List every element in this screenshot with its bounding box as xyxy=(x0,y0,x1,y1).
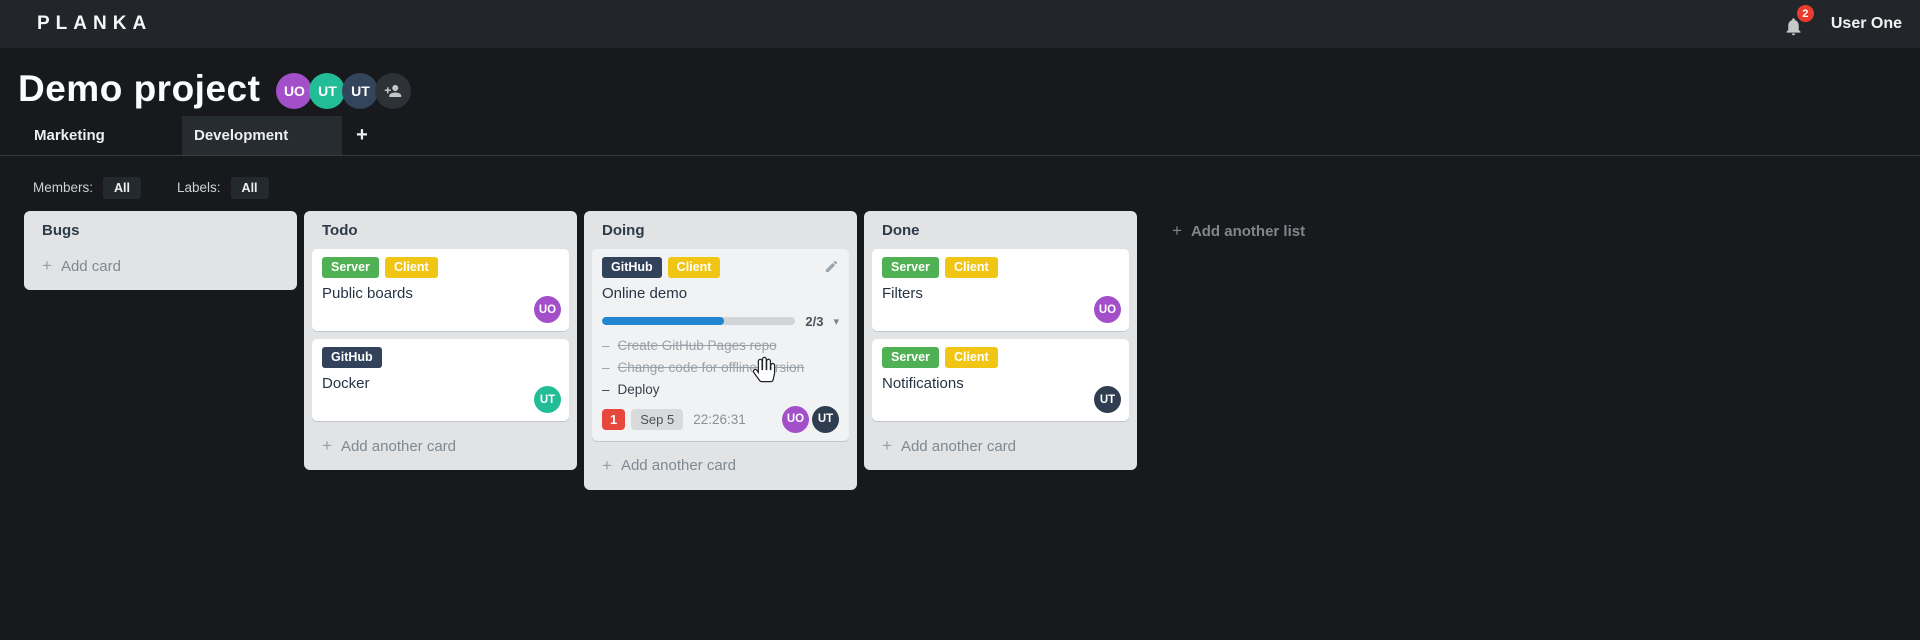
members-filter-label: Members: xyxy=(33,180,94,195)
user-menu[interactable]: User One xyxy=(1831,15,1902,33)
card-title: Public boards xyxy=(322,284,413,302)
plus-icon: + xyxy=(356,124,368,146)
member-avatar[interactable]: UO xyxy=(276,73,313,109)
board: Bugs + Add card Todo Server Client Publi… xyxy=(24,211,1920,490)
tab-marketing[interactable]: Marketing xyxy=(22,116,182,155)
project-title[interactable]: Demo project xyxy=(18,68,260,110)
board-tabs: Marketing Development + xyxy=(0,116,1920,156)
labels-filter-value[interactable]: All xyxy=(230,176,269,199)
card-title: Online demo xyxy=(602,284,688,302)
task-item: – Deploy xyxy=(602,381,660,397)
card-notifications[interactable]: Server Client Notifications UT xyxy=(872,339,1129,421)
card-member-avatar: UO xyxy=(534,296,561,323)
list-title[interactable]: Todo xyxy=(312,220,569,249)
project-members: UO UT UT xyxy=(276,73,412,109)
add-card-label: Add another card xyxy=(620,457,737,474)
card-label: GitHub xyxy=(602,257,662,278)
card-label: Server xyxy=(322,257,379,278)
list-title[interactable]: Done xyxy=(872,220,1129,249)
list-title[interactable]: Bugs xyxy=(32,220,289,249)
card-docker[interactable]: GitHub Docker UT xyxy=(312,339,569,421)
labels-filter-label: Labels: xyxy=(177,180,221,195)
card-online-demo[interactable]: GitHub Client Online demo 2/3 ▾ – Create… xyxy=(592,249,849,441)
card-member-avatar: UT xyxy=(812,405,839,433)
card-label: Server xyxy=(882,257,939,278)
card-notification-badge: 1 xyxy=(602,408,626,430)
pencil-icon xyxy=(825,260,838,273)
plus-icon: + xyxy=(602,455,612,475)
edit-card-button[interactable] xyxy=(824,259,839,279)
list-doing: Doing GitHub Client Online demo 2/3 ▾ – … xyxy=(584,211,857,490)
card-title: Notifications xyxy=(882,374,964,392)
tab-development[interactable]: Development xyxy=(182,116,342,155)
add-card-label: Add card xyxy=(60,257,121,275)
top-bar: PLANKA 2 User One xyxy=(0,0,1920,48)
person-add-icon xyxy=(385,85,402,97)
add-card-button[interactable]: + Add another card xyxy=(312,429,569,462)
card-title: Docker xyxy=(322,374,370,392)
add-card-button[interactable]: + Add card xyxy=(32,249,289,282)
member-avatar[interactable]: UT xyxy=(342,73,379,109)
list-title[interactable]: Doing xyxy=(592,220,849,249)
card-label: Client xyxy=(944,347,998,368)
add-card-button[interactable]: + Add another card xyxy=(872,429,1129,462)
task-item: – Create GitHub Pages repo xyxy=(602,337,777,353)
list-todo: Todo Server Client Public boards UO GitH… xyxy=(304,211,577,470)
plus-icon: + xyxy=(42,256,52,275)
planka-logo[interactable]: PLANKA xyxy=(37,13,152,35)
card-label: GitHub xyxy=(322,347,382,368)
tasks-progress-fill xyxy=(602,317,724,325)
card-timer[interactable]: 22:26:31 xyxy=(693,412,746,427)
plus-icon: + xyxy=(1172,221,1182,240)
plus-icon: + xyxy=(882,436,892,455)
card-member-avatar: UT xyxy=(534,386,561,413)
add-card-label: Add another card xyxy=(900,437,1017,455)
member-avatar[interactable]: UT xyxy=(309,73,346,109)
card-member-avatar: UO xyxy=(1094,296,1121,323)
tasks-progress-count: 2/3 xyxy=(805,313,824,329)
project-header: Demo project UO UT UT xyxy=(0,48,1920,114)
tasks-progress-bar xyxy=(602,317,796,325)
members-filter-value[interactable]: All xyxy=(103,176,141,199)
task-bullet: – xyxy=(602,359,610,375)
add-board-button[interactable]: + xyxy=(342,116,382,155)
card-label: Client xyxy=(944,257,998,278)
task-bullet: – xyxy=(602,337,610,353)
card-member-avatar: UO xyxy=(782,405,809,433)
list-bugs: Bugs + Add card xyxy=(24,211,297,290)
card-title: Filters xyxy=(882,284,923,302)
list-done: Done Server Client Filters UO Server Cli… xyxy=(864,211,1137,470)
card-member-avatar: UT xyxy=(1094,386,1121,413)
chevron-down-icon[interactable]: ▾ xyxy=(833,315,839,328)
card-filters[interactable]: Server Client Filters UO xyxy=(872,249,1129,331)
card-public-boards[interactable]: Server Client Public boards UO xyxy=(312,249,569,331)
add-list-button[interactable]: + Add another list xyxy=(1158,211,1319,251)
notifications-button[interactable]: 2 xyxy=(1783,5,1814,36)
add-card-button[interactable]: + Add another card xyxy=(592,449,849,482)
add-card-label: Add another card xyxy=(340,437,457,455)
plus-icon: + xyxy=(322,436,332,455)
task-item: – Change code for offline version xyxy=(602,359,805,375)
card-label: Client xyxy=(384,257,438,278)
card-label: Server xyxy=(882,347,939,368)
task-bullet: – xyxy=(602,381,610,397)
filter-bar: Members: All Labels: All xyxy=(33,176,1920,199)
notifications-count-badge: 2 xyxy=(1796,5,1814,22)
card-label: Client xyxy=(667,257,721,278)
add-list-label: Add another list xyxy=(1190,222,1306,240)
due-date-badge[interactable]: Sep 5 xyxy=(631,408,684,430)
add-member-button[interactable] xyxy=(375,73,412,109)
